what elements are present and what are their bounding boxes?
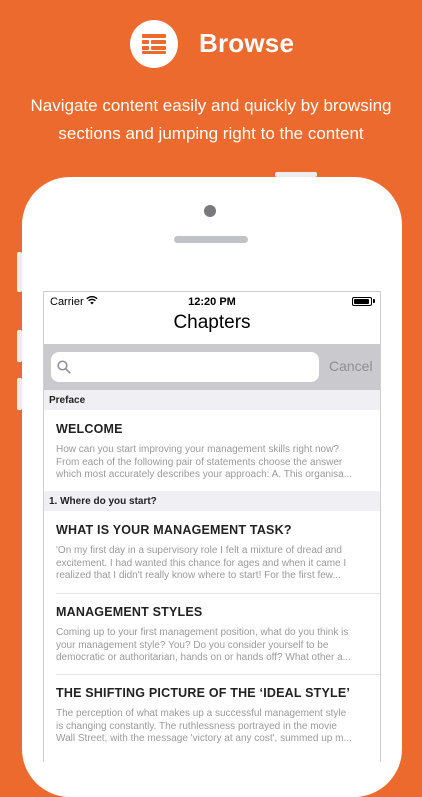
- front-camera: [204, 205, 216, 217]
- search-input[interactable]: [77, 356, 311, 380]
- item-excerpt: The perception of what makes up a succes…: [56, 708, 352, 744]
- hero-title: Browse: [199, 28, 295, 58]
- list-item-management-styles[interactable]: MANAGEMENT STYLES Coming up to your firs…: [44, 605, 380, 673]
- search-icon: [57, 360, 71, 374]
- tagline-line-2: sections and jumping right to the conten…: [58, 124, 364, 143]
- phone-screen: Carrier 12:20 PM Chapters Cancel Preface…: [43, 291, 381, 762]
- tagline: Navigate content easily and quickly by b…: [0, 92, 422, 148]
- search-bar: Cancel: [44, 344, 380, 390]
- list-icon: [142, 34, 166, 54]
- row-divider: [56, 593, 380, 594]
- list-item-ideal-style[interactable]: THE SHIFTING PICTURE OF THE ‘IDEAL STYLE…: [44, 686, 380, 754]
- section-header-preface: Preface: [44, 390, 380, 410]
- item-excerpt: 'On my first day in a supervisory role I…: [56, 545, 347, 581]
- row-divider: [56, 674, 380, 675]
- earpiece-speaker: [174, 236, 248, 243]
- mute-switch: [17, 252, 22, 292]
- cancel-button[interactable]: Cancel: [329, 358, 373, 374]
- status-time: 12:20 PM: [188, 296, 236, 308]
- list-item-welcome[interactable]: WELCOME How can you start improving your…: [44, 422, 380, 490]
- page-title: Chapters: [173, 312, 251, 333]
- browse-badge: [130, 20, 178, 68]
- item-excerpt: Coming up to your first management posit…: [56, 627, 351, 663]
- power-button: [275, 172, 317, 177]
- item-title: MANAGEMENT STYLES: [56, 605, 203, 619]
- search-field[interactable]: [51, 352, 319, 382]
- item-title: THE SHIFTING PICTURE OF THE ‘IDEAL STYLE…: [56, 686, 351, 700]
- item-excerpt: How can you start improving your managem…: [56, 444, 353, 480]
- item-title: WELCOME: [56, 422, 123, 436]
- status-bar: Carrier 12:20 PM: [44, 292, 380, 310]
- list-item-management-task[interactable]: WHAT IS YOUR MANAGEMENT TASK? 'On my fir…: [44, 523, 380, 591]
- battery-icon: [352, 297, 372, 306]
- tagline-line-1: Navigate content easily and quickly by b…: [30, 96, 392, 115]
- item-title: WHAT IS YOUR MANAGEMENT TASK?: [56, 523, 292, 537]
- volume-down-button: [17, 378, 22, 410]
- battery-tip: [373, 299, 375, 303]
- volume-up-button: [17, 330, 22, 362]
- section-header-where-do-you-start: 1. Where do you start?: [44, 491, 380, 511]
